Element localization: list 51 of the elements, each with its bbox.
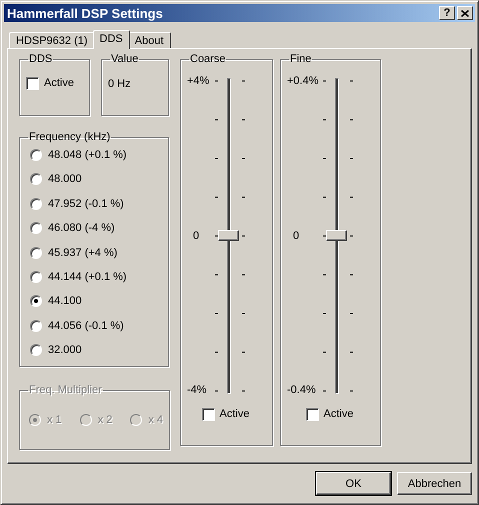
checkbox[interactable] — [306, 408, 319, 420]
radio-label: x 2 — [98, 413, 112, 427]
radio-label: 47.952 (-0.1 %) — [48, 196, 124, 211]
radio-label: 45.937 (+4 %) — [48, 246, 118, 260]
radio-button[interactable] — [30, 295, 42, 308]
radio-label: 44.056 (-0.1 %) — [48, 318, 124, 333]
help-button[interactable]: ? — [439, 6, 455, 20]
radio-label: x 1 — [47, 413, 62, 427]
slider-thumb[interactable] — [326, 230, 347, 241]
tab[interactable]: About — [128, 32, 171, 48]
group-title: Frequency (kHz) — [28, 131, 112, 144]
checkbox-label: Active — [324, 407, 354, 421]
close-icon — [461, 10, 469, 16]
scale-label: 0 — [292, 230, 300, 242]
radio-label: 44.100 — [48, 294, 82, 308]
radio-label: 46.080 (-4 %) — [48, 221, 115, 236]
checkbox-label: Active — [44, 76, 74, 90]
dialog-button[interactable]: OK — [316, 472, 391, 495]
group-title: Value — [110, 53, 140, 66]
scale-label: +4% — [187, 75, 210, 88]
slider-thumb[interactable] — [218, 230, 239, 241]
scale-label: +0.4% — [287, 75, 320, 88]
tab[interactable]: DDS — [92, 30, 130, 49]
scale-label: -0.4% — [287, 384, 317, 397]
group-title: DDS — [28, 53, 54, 66]
radio-button[interactable] — [30, 173, 42, 186]
close-button[interactable] — [457, 6, 473, 20]
window-title: Hammerfall DSP Settings — [7, 6, 164, 20]
radio-button[interactable] — [30, 149, 42, 161]
dialog-button[interactable]: Abbrechen — [397, 472, 472, 495]
radio-button[interactable] — [30, 222, 42, 234]
checkbox-label: Active — [220, 407, 250, 421]
radio-button[interactable] — [30, 320, 42, 332]
group-title: Fine — [289, 53, 312, 66]
checkbox[interactable] — [26, 76, 39, 90]
radio-label: 32.000 — [48, 343, 82, 358]
radio-button[interactable] — [30, 270, 42, 283]
value-text: 0 Hz — [108, 77, 132, 91]
radio-label: 44.144 (+0.1 %) — [48, 270, 127, 284]
radio-label: 48.048 (+0.1 %) — [48, 148, 127, 162]
radio-label: 48.000 — [48, 172, 82, 186]
radio-label: x 4 — [148, 413, 164, 427]
scale-label: -4% — [187, 384, 208, 397]
scale-label: 0 — [192, 230, 200, 242]
radio-button[interactable] — [30, 344, 42, 356]
group-title: Coarse — [189, 53, 226, 66]
checkbox[interactable] — [202, 408, 215, 420]
radio-button[interactable] — [30, 198, 42, 210]
tab[interactable]: HDSP9632 (1) — [9, 32, 95, 48]
radio-button[interactable] — [30, 246, 42, 259]
group-title: Freq. Multiplier — [28, 384, 103, 397]
